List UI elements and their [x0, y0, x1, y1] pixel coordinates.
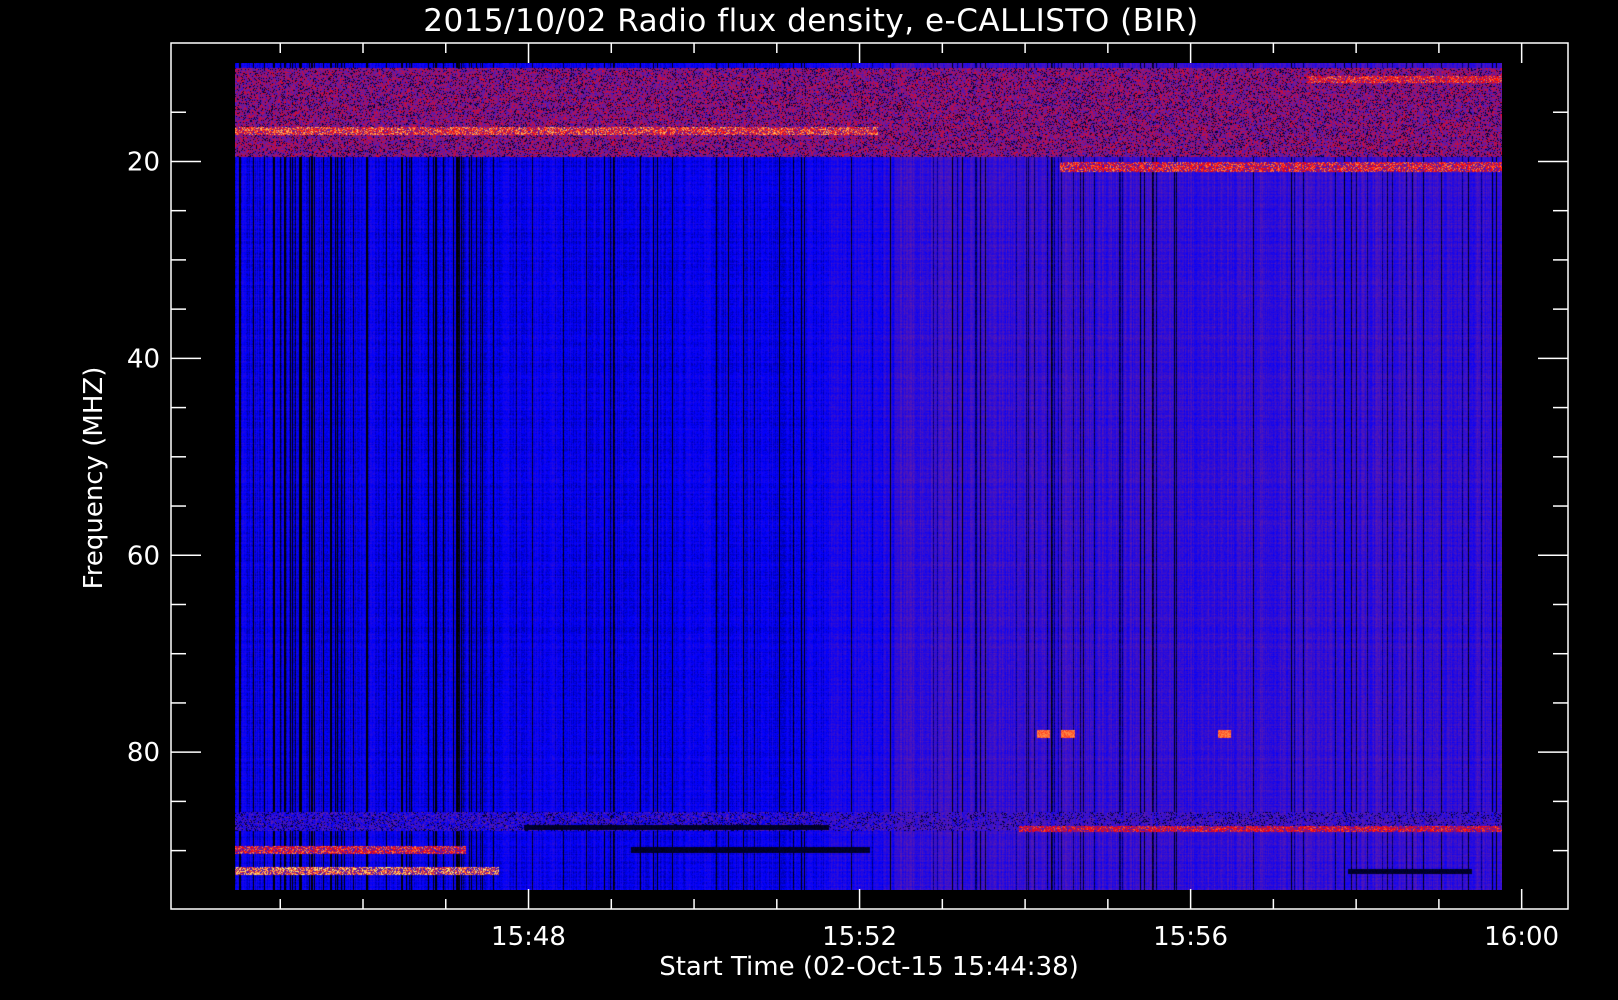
- y-axis-label: Frequency (MHZ): [79, 367, 109, 590]
- dynamic-spectrum-chart: 2015/10/02 Radio flux density, e-CALLIST…: [79, 3, 1569, 982]
- spectrogram-image: [235, 63, 1502, 890]
- chart-title: 2015/10/02 Radio flux density, e-CALLIST…: [423, 3, 1199, 39]
- y-tick-label: 80: [127, 738, 160, 768]
- y-tick-label: 20: [127, 147, 160, 177]
- spectrogram-heatmap: [235, 63, 1502, 890]
- x-tick-label: 16:00: [1484, 922, 1559, 952]
- y-tick-label: 40: [127, 344, 160, 374]
- x-tick-label: 15:52: [822, 922, 897, 952]
- x-tick-label: 15:56: [1153, 922, 1228, 952]
- y-tick-label: 60: [127, 541, 160, 571]
- x-tick-label: 15:48: [491, 922, 566, 952]
- x-axis-label: Start Time (02-Oct-15 15:44:38): [659, 952, 1079, 982]
